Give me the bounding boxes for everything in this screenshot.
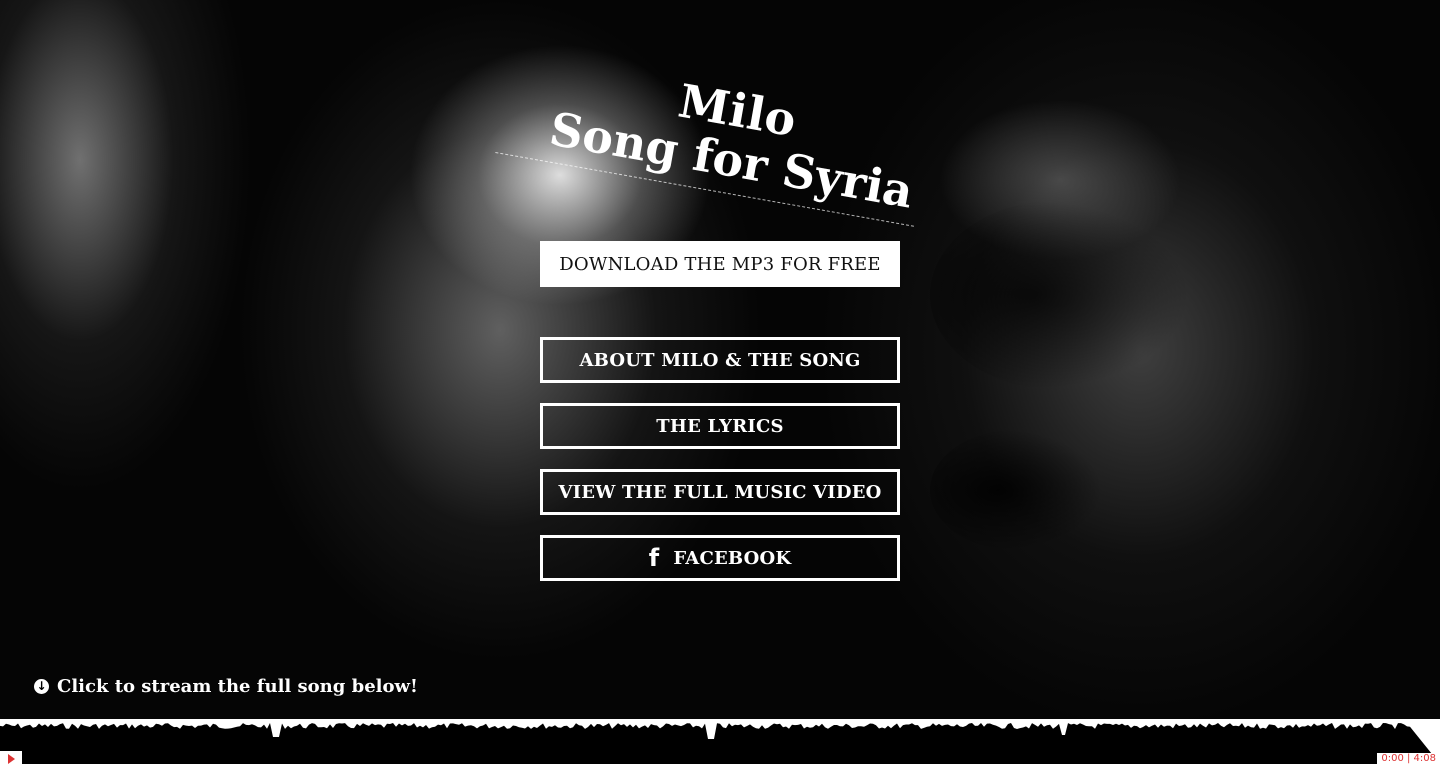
waveform[interactable]	[0, 719, 1440, 764]
audio-player[interactable]: 0:00 | 4:08	[0, 719, 1440, 764]
facebook-icon: f	[648, 544, 660, 572]
about-button[interactable]: ABOUT MILO & THE SONG	[540, 337, 900, 383]
background-mouth-shadow	[930, 430, 1100, 550]
stream-hint-text: Click to stream the full song below!	[57, 676, 418, 697]
download-mp3-button[interactable]: DOWNLOAD THE MP3 FOR FREE	[540, 241, 900, 287]
background-face-shadow	[930, 200, 1190, 390]
lyrics-button[interactable]: THE LYRICS	[540, 403, 900, 449]
music-video-button[interactable]: VIEW THE FULL MUSIC VIDEO	[540, 469, 900, 515]
waveform-shape	[0, 723, 1440, 764]
arrow-down-circle-icon: ↓	[34, 679, 49, 694]
facebook-button-label: FACEBOOK	[673, 547, 792, 569]
stream-hint: ↓ Click to stream the full song below!	[34, 676, 418, 697]
time-readout: 0:00 | 4:08	[1377, 753, 1440, 764]
play-icon[interactable]	[0, 751, 22, 764]
facebook-button[interactable]: f FACEBOOK	[540, 535, 900, 581]
